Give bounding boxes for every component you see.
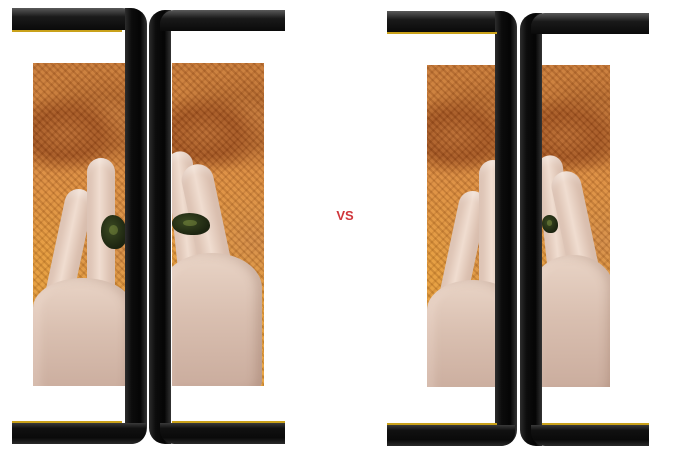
vs-label: VS xyxy=(336,208,354,223)
bezel-bottom xyxy=(387,425,515,446)
bezel-right-edge xyxy=(495,11,517,446)
photo-right-half xyxy=(542,65,610,387)
photo-left-half xyxy=(33,63,125,386)
frog xyxy=(172,213,210,235)
frog xyxy=(101,215,125,249)
bezel-left-edge xyxy=(520,13,542,446)
accent-line xyxy=(387,32,497,34)
comparison-left xyxy=(0,0,300,454)
bezel-right-edge xyxy=(125,8,147,444)
bezel-top xyxy=(387,11,512,32)
bezel-top xyxy=(160,10,285,31)
accent-line xyxy=(387,423,497,425)
accent-line xyxy=(12,30,122,32)
accent-line xyxy=(172,421,285,423)
bezel-bottom xyxy=(160,423,285,444)
bezel-bottom xyxy=(531,425,649,446)
photo-right-half xyxy=(172,63,264,386)
frog xyxy=(542,215,558,233)
comparison-right xyxy=(385,0,676,454)
hand xyxy=(172,253,262,386)
bezel-left-edge xyxy=(149,10,171,444)
accent-line xyxy=(542,423,649,425)
hand xyxy=(33,278,125,386)
bezel-top xyxy=(12,8,136,30)
bezel-top xyxy=(531,13,649,34)
hand xyxy=(542,255,610,387)
accent-line xyxy=(12,421,122,423)
bezel-bottom xyxy=(12,423,146,444)
